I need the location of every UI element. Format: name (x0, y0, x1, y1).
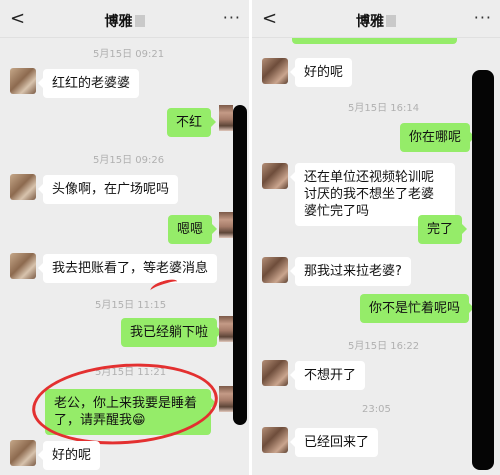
censored-name-block (386, 15, 396, 27)
message-outgoing[interactable]: 不红 (167, 108, 217, 137)
censored-avatar (219, 386, 233, 412)
message-incoming[interactable]: 头像啊，在广场呢吗 (37, 175, 179, 204)
contact-avatar[interactable] (10, 174, 36, 200)
timestamp: 5月15日 09:26 (93, 155, 165, 166)
censor-bar (233, 105, 247, 425)
message-incoming[interactable]: 我去把账看了，等老婆消息 (37, 254, 218, 283)
timestamp: 5月15日 09:21 (93, 49, 165, 60)
previous-message-edge (292, 38, 457, 44)
message-outgoing[interactable]: 你在哪呢 (400, 123, 476, 152)
censored-name-block (134, 15, 145, 27)
censored-avatar (219, 105, 233, 131)
red-annotation-circle (29, 357, 221, 451)
censored-avatar (219, 316, 233, 342)
left-chat-panel: < 博雅 ··· 5月15日 09:21 红红的老婆婆 不红 5月15日 09:… (0, 0, 249, 475)
message-outgoing[interactable]: 完了 (418, 215, 468, 244)
contact-avatar[interactable] (262, 360, 288, 386)
contact-avatar[interactable] (10, 68, 36, 94)
more-options-icon[interactable]: ··· (474, 8, 492, 27)
chat-header: < 博雅 ··· (252, 0, 500, 38)
message-incoming[interactable]: 红红的老婆婆 (37, 69, 140, 98)
right-chat-panel: < 博雅 ··· 好的呢 5月15日 16:14 你在哪呢 还在单位还视频轮训呢… (252, 0, 500, 475)
message-incoming[interactable]: 已经回来了 (289, 428, 379, 457)
message-incoming[interactable]: 好的呢 (37, 441, 101, 470)
timestamp: 5月15日 11:15 (95, 300, 167, 311)
more-options-icon[interactable]: ··· (223, 8, 241, 27)
message-incoming[interactable]: 好的呢 (289, 58, 353, 87)
chat-title: 博雅 (252, 11, 500, 31)
message-outgoing[interactable]: 嗯嗯 (168, 215, 218, 244)
contact-avatar[interactable] (262, 257, 288, 283)
contact-avatar[interactable] (262, 427, 288, 453)
message-outgoing[interactable]: 我已经躺下啦 (121, 318, 223, 347)
censor-bar (472, 70, 494, 470)
chat-header: < 博雅 ··· (0, 0, 249, 38)
contact-avatar[interactable] (10, 253, 36, 279)
message-outgoing[interactable]: 你不是忙着呢吗 (360, 294, 475, 323)
censored-avatar (219, 212, 233, 238)
contact-avatar[interactable] (262, 163, 288, 189)
contact-avatar[interactable] (10, 440, 36, 466)
contact-avatar[interactable] (262, 58, 288, 84)
chat-title: 博雅 (0, 11, 249, 31)
timestamp: 5月15日 16:22 (348, 341, 420, 352)
message-incoming[interactable]: 那我过来拉老婆? (290, 257, 411, 286)
timestamp: 5月15日 16:14 (348, 103, 420, 114)
timestamp: 23:05 (362, 404, 391, 415)
message-incoming[interactable]: 不想开了 (289, 361, 366, 390)
